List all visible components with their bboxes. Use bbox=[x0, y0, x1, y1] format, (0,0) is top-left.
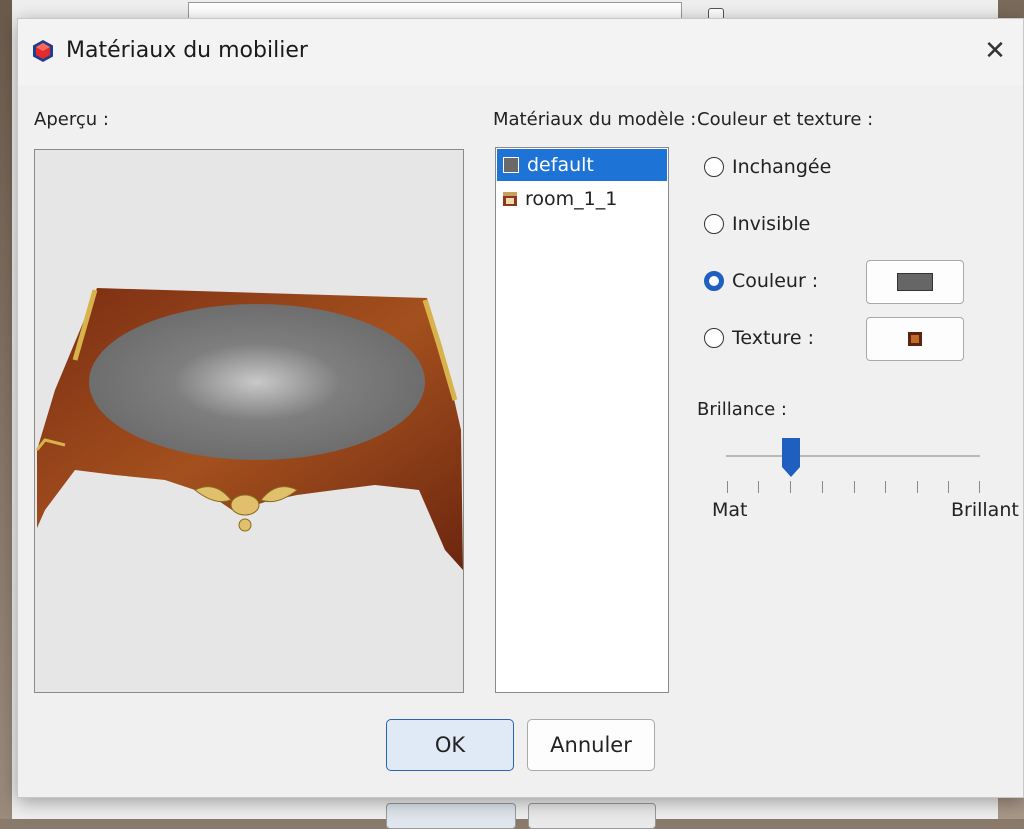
radio-label: Texture : bbox=[732, 327, 814, 349]
texture-picker-button[interactable] bbox=[866, 317, 964, 361]
dialog-title: Matériaux du mobilier bbox=[66, 38, 308, 63]
radio-circle-icon bbox=[704, 328, 724, 348]
materials-list[interactable]: default room_1_1 bbox=[495, 147, 669, 693]
close-icon[interactable]: ✕ bbox=[973, 31, 1017, 71]
radio-color[interactable]: Couleur : bbox=[704, 266, 818, 296]
radio-label: Inchangée bbox=[732, 156, 832, 178]
radio-circle-icon bbox=[704, 214, 724, 234]
slider-tick bbox=[885, 481, 886, 493]
texture-swatch-icon bbox=[503, 192, 517, 206]
radio-label: Couleur : bbox=[732, 270, 819, 292]
shininess-max-label: Brillant bbox=[951, 499, 1019, 521]
shininess-slider-track[interactable] bbox=[726, 455, 980, 457]
radio-circle-icon bbox=[704, 157, 724, 177]
furniture-materials-dialog: Matériaux du mobilier ✕ Aperçu : Matéria… bbox=[17, 18, 1024, 798]
slider-tick bbox=[917, 481, 918, 493]
sweet-home-app-icon bbox=[33, 40, 53, 62]
slider-tick bbox=[822, 481, 823, 493]
slider-tick bbox=[758, 481, 759, 493]
model-materials-label: Matériaux du modèle : bbox=[493, 109, 697, 130]
background-ok-button bbox=[386, 803, 516, 829]
shininess-min-label: Mat bbox=[712, 499, 748, 521]
slider-tick bbox=[948, 481, 949, 493]
shininess-slider-thumb[interactable] bbox=[781, 437, 801, 479]
slider-tick bbox=[790, 481, 791, 493]
title-bar: Matériaux du mobilier ✕ bbox=[18, 19, 1023, 85]
list-item-label: room_1_1 bbox=[525, 188, 618, 210]
radio-label: Invisible bbox=[732, 213, 811, 235]
table-preview-image bbox=[35, 288, 463, 570]
material-swatch-icon bbox=[503, 157, 519, 173]
slider-tick bbox=[979, 481, 980, 493]
slider-tick bbox=[854, 481, 855, 493]
color-picker-button[interactable] bbox=[866, 260, 964, 304]
radio-invisible[interactable]: Invisible bbox=[704, 209, 810, 239]
background-left-edge bbox=[0, 0, 12, 819]
radio-unchanged[interactable]: Inchangée bbox=[704, 152, 831, 182]
background-cancel-button bbox=[528, 803, 656, 829]
ok-button[interactable]: OK bbox=[386, 719, 514, 771]
texture-thumbnail-icon bbox=[908, 332, 922, 346]
radio-checked-icon bbox=[704, 271, 724, 291]
color-texture-label: Couleur et texture : bbox=[697, 109, 874, 130]
cancel-button[interactable]: Annuler bbox=[527, 719, 655, 771]
slider-tick bbox=[727, 481, 728, 493]
list-item-room-1-1[interactable]: room_1_1 bbox=[497, 183, 667, 215]
color-swatch bbox=[897, 273, 933, 291]
shininess-label: Brillance : bbox=[697, 399, 787, 420]
radio-texture[interactable]: Texture : bbox=[704, 323, 814, 353]
list-item-default[interactable]: default bbox=[497, 149, 667, 181]
preview-label: Aperçu : bbox=[34, 109, 109, 130]
list-item-label: default bbox=[527, 154, 594, 176]
preview-3d-view[interactable] bbox=[34, 149, 464, 693]
